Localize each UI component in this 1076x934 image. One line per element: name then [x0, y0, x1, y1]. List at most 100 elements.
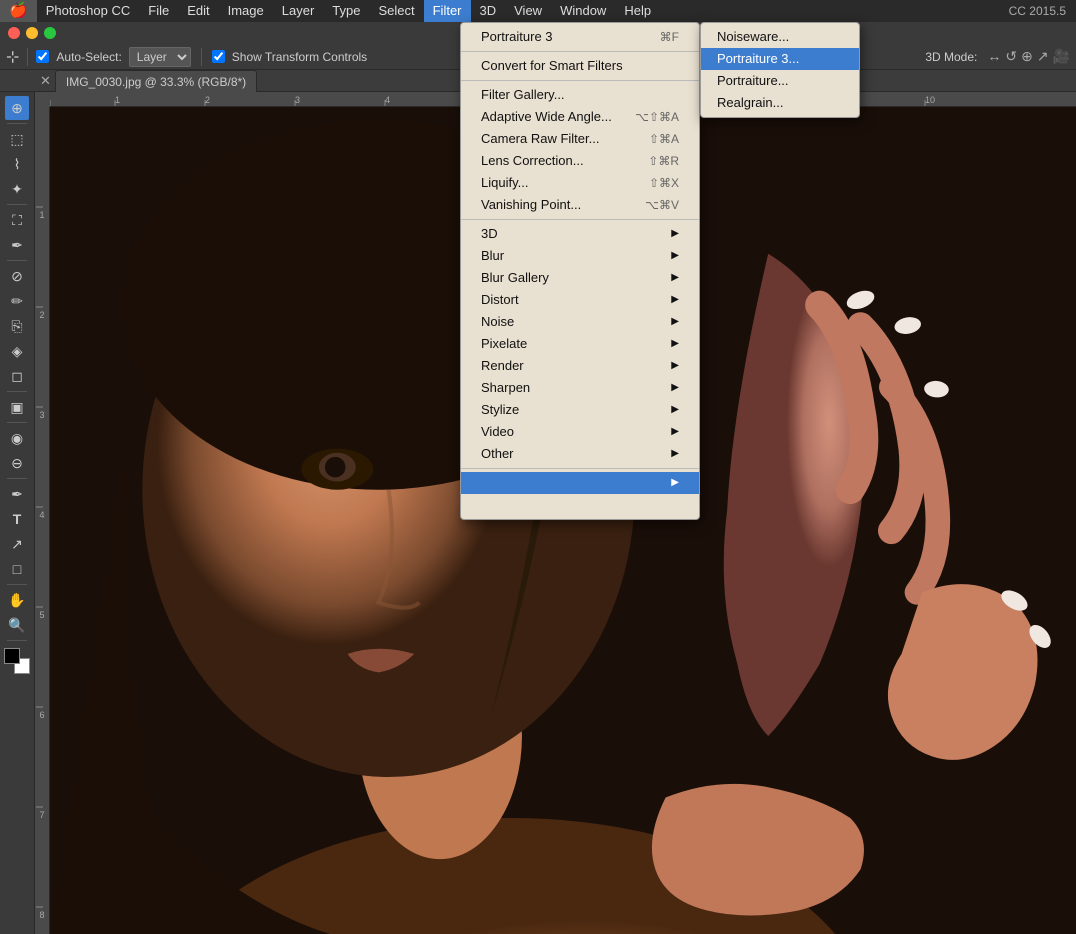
filter-menu-blur-gallery[interactable]: Blur Gallery ▶ — [461, 267, 699, 289]
liquify-label: Liquify... — [481, 172, 528, 194]
menu-window[interactable]: Window — [551, 0, 615, 22]
menu-select[interactable]: Select — [369, 0, 423, 22]
move-tool-btn[interactable]: ⊕ — [5, 96, 29, 120]
history-tool-btn[interactable]: ◈ — [5, 339, 29, 363]
filter-video-label: Video — [481, 421, 514, 443]
filter-menu-lens[interactable]: Lens Correction... ⇧⌘R — [461, 150, 699, 172]
filter-menu-vanishing[interactable]: Vanishing Point... ⌥⌘V — [461, 194, 699, 216]
svg-text:6: 6 — [39, 710, 44, 720]
crop-tool-btn[interactable]: ⛶ — [5, 208, 29, 232]
document-tab[interactable]: IMG_0030.jpg @ 33.3% (RGB/8*) — [55, 70, 257, 92]
filter-menu-gallery[interactable]: Filter Gallery... — [461, 84, 699, 106]
filter-menu-camera-raw[interactable]: Camera Raw Filter... ⇧⌘A — [461, 128, 699, 150]
apple-menu[interactable]: 🍎 — [0, 0, 37, 22]
filter-portraiture3-top-shortcut: ⌘F — [660, 26, 679, 48]
shape-tool-btn[interactable]: □ — [5, 557, 29, 581]
filter-video-arrow: ▶ — [671, 421, 679, 443]
auto-select-checkbox[interactable] — [36, 50, 49, 63]
clone-tool-btn[interactable]: ⎘ — [5, 314, 29, 338]
filter-gallery-label: Filter Gallery... — [481, 84, 565, 106]
filter-menu-render[interactable]: Render ▶ — [461, 355, 699, 377]
menu-photoshop[interactable]: Photoshop CC — [37, 0, 140, 22]
tool-separator-8 — [7, 640, 27, 641]
filter-menu-liquify[interactable]: Liquify... ⇧⌘X — [461, 172, 699, 194]
menu-edit[interactable]: Edit — [178, 0, 218, 22]
filter-pixelate-arrow: ▶ — [671, 333, 679, 355]
menu-type[interactable]: Type — [323, 0, 369, 22]
filter-stylize-label: Stylize — [481, 399, 519, 421]
noiseware-label: Noiseware... — [717, 26, 789, 48]
foreground-color-swatch[interactable] — [4, 648, 20, 664]
auto-select-dropdown[interactable]: Layer Group — [129, 47, 191, 67]
3d-mode-label: 3D Mode: — [925, 50, 977, 64]
svg-text:1: 1 — [39, 210, 44, 220]
filter-menu-sharpen[interactable]: Sharpen ▶ — [461, 377, 699, 399]
filter-menu-browse[interactable] — [461, 494, 699, 516]
menu-view[interactable]: View — [505, 0, 551, 22]
filter-distort-arrow: ▶ — [671, 289, 679, 311]
portraiture3-sub-label: Portraiture 3... — [717, 48, 799, 70]
zoom-tool-btn[interactable]: 🔍 — [5, 613, 29, 637]
lens-correction-label: Lens Correction... — [481, 150, 584, 172]
filter-menu-distort[interactable]: Distort ▶ — [461, 289, 699, 311]
marquee-tool-btn[interactable]: ⬚ — [5, 127, 29, 151]
dodge-tool-btn[interactable]: ⊖ — [5, 451, 29, 475]
submenu-noiseware[interactable]: Noiseware... — [701, 26, 859, 48]
svg-text:2: 2 — [205, 95, 210, 105]
ruler-corner — [35, 92, 50, 107]
path-selection-btn[interactable]: ↗ — [5, 532, 29, 556]
minimize-button[interactable] — [26, 27, 38, 39]
lasso-tool-btn[interactable]: ⌇ — [5, 152, 29, 176]
svg-text:5: 5 — [39, 610, 44, 620]
filter-menu-pixelate[interactable]: Pixelate ▶ — [461, 333, 699, 355]
menu-filter[interactable]: Filter — [424, 0, 471, 22]
vanishing-point-shortcut: ⌥⌘V — [645, 194, 679, 216]
filter-menu-3d[interactable]: 3D ▶ — [461, 223, 699, 245]
gradient-tool-btn[interactable]: ▣ — [5, 395, 29, 419]
brush-tool-btn[interactable]: ✏ — [5, 289, 29, 313]
menu-3d[interactable]: 3D — [471, 0, 506, 22]
liquify-shortcut: ⇧⌘X — [649, 172, 679, 194]
close-button[interactable] — [8, 27, 20, 39]
filter-sharpen-arrow: ▶ — [671, 377, 679, 399]
blur-tool-btn[interactable]: ◉ — [5, 426, 29, 450]
eyedropper-tool-btn[interactable]: ✒ — [5, 233, 29, 257]
filter-blur-label: Blur — [481, 245, 504, 267]
filter-menu-stylize[interactable]: Stylize ▶ — [461, 399, 699, 421]
vanishing-point-label: Vanishing Point... — [481, 194, 581, 216]
menu-image[interactable]: Image — [219, 0, 273, 22]
menu-file[interactable]: File — [139, 0, 178, 22]
pen-tool-btn[interactable]: ✒ — [5, 482, 29, 506]
filter-menu-convert-smart[interactable]: Convert for Smart Filters — [461, 55, 699, 77]
left-toolbar: ⊕ ⬚ ⌇ ✦ ⛶ ✒ ⊘ ✏ ⎘ ◈ ◻ ▣ ◉ ⊖ ✒ T ↗ □ ✋ 🔍 — [0, 92, 35, 934]
filter-menu-adaptive[interactable]: Adaptive Wide Angle... ⌥⇧⌘A — [461, 106, 699, 128]
filter-menu-portraiture3-top[interactable]: Portraiture 3 ⌘F — [461, 26, 699, 48]
filter-menu-imagenomic[interactable]: ▶ — [461, 472, 699, 494]
filter-sharpen-label: Sharpen — [481, 377, 530, 399]
tab-close-icon[interactable]: ✕ — [40, 73, 51, 89]
menu-help[interactable]: Help — [615, 0, 660, 22]
hand-tool-btn[interactable]: ✋ — [5, 588, 29, 612]
svg-text:3: 3 — [39, 410, 44, 420]
maximize-button[interactable] — [44, 27, 56, 39]
show-transform-checkbox[interactable] — [212, 50, 225, 63]
tool-separator-4 — [7, 391, 27, 392]
submenu-portraiture3[interactable]: Portraiture 3... — [701, 48, 859, 70]
filter-other-arrow: ▶ — [671, 443, 679, 465]
filter-menu-blur[interactable]: Blur ▶ — [461, 245, 699, 267]
tab-label: IMG_0030.jpg @ 33.3% (RGB/8*) — [66, 75, 246, 89]
color-swatches[interactable] — [4, 648, 30, 674]
healing-tool-btn[interactable]: ⊘ — [5, 264, 29, 288]
filter-menu-other[interactable]: Other ▶ — [461, 443, 699, 465]
realgrain-label: Realgrain... — [717, 92, 783, 114]
filter-menu-noise[interactable]: Noise ▶ — [461, 311, 699, 333]
app-version: CC 2015.5 — [1009, 4, 1076, 18]
submenu-portraiture[interactable]: Portraiture... — [701, 70, 859, 92]
submenu-realgrain[interactable]: Realgrain... — [701, 92, 859, 114]
camera-raw-label: Camera Raw Filter... — [481, 128, 599, 150]
type-tool-btn[interactable]: T — [5, 507, 29, 531]
filter-menu-video[interactable]: Video ▶ — [461, 421, 699, 443]
menu-layer[interactable]: Layer — [273, 0, 324, 22]
quick-select-tool-btn[interactable]: ✦ — [5, 177, 29, 201]
eraser-tool-btn[interactable]: ◻ — [5, 364, 29, 388]
